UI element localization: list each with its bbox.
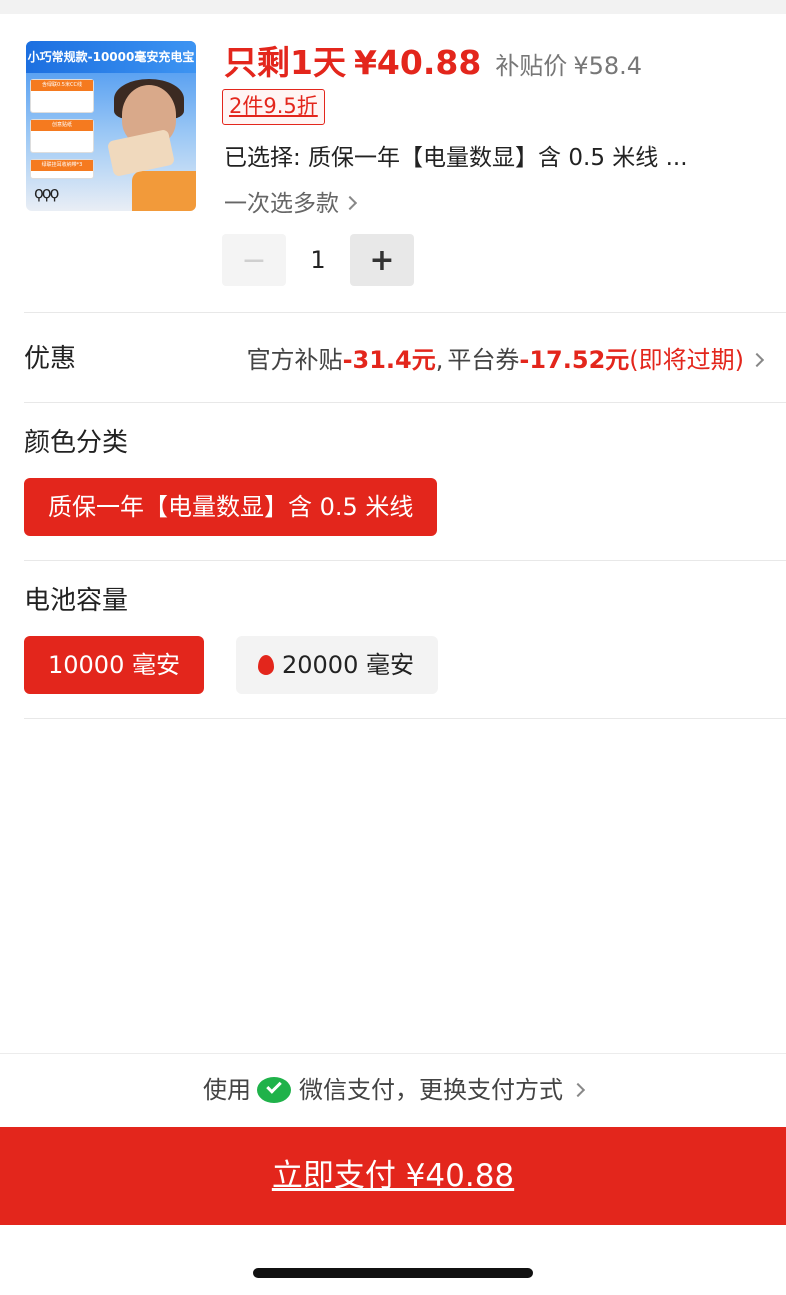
price-line: 只剩1天 ¥40.88 补贴价 ¥58.4 <box>224 36 642 82</box>
quantity-plus-button[interactable]: + <box>350 234 414 286</box>
thumbnail-title: 小巧常规款-10000毫安充电宝 <box>26 41 196 73</box>
product-thumbnail[interactable]: 小巧常规款-10000毫安充电宝 含绿联0.5米CC线 创意贴纸 绿联挂耳收纳带… <box>26 41 196 211</box>
thumbnail-cables-icon: ϙϙϙ <box>34 183 59 202</box>
offers-detail: 官方补贴-31.4元, 平台券-17.52元(即将过期) <box>246 340 765 375</box>
flame-icon <box>258 655 274 675</box>
thumbnail-card-sticker: 创意贴纸 <box>30 119 94 153</box>
quantity-stepper: − 1 + <box>222 234 414 286</box>
quantity-value[interactable]: 1 <box>286 246 350 274</box>
capacity-option-20000[interactable]: 20000 毫安 <box>236 636 438 694</box>
discount-tag[interactable]: 2件9.5折 <box>222 89 325 125</box>
multi-select-label: 一次选多款 <box>224 191 339 217</box>
color-option-selected[interactable]: 质保一年【电量数显】含 0.5 米线 <box>24 478 438 536</box>
color-section-title: 颜色分类 <box>24 428 129 458</box>
official-subsidy-amount: -31.4元 <box>342 346 436 374</box>
payment-prefix: 使用 <box>203 1076 251 1104</box>
thumbnail-card-cable: 含绿联0.5米CC线 <box>30 79 94 113</box>
pay-now-button[interactable]: 立即支付 ¥40.88 <box>0 1127 786 1225</box>
chevron-right-icon <box>749 352 765 368</box>
platform-coupon-amount: -17.52元 <box>519 346 630 374</box>
official-subsidy-label: 官方补贴 <box>246 346 343 374</box>
chevron-right-icon <box>570 1082 586 1098</box>
platform-coupon-label: 平台券 <box>447 346 520 374</box>
product-summary: 小巧常规款-10000毫安充电宝 含绿联0.5米CC线 创意贴纸 绿联挂耳收纳带… <box>0 14 786 312</box>
offers-separator: , <box>435 346 444 374</box>
subsidy-label: 补贴价 <box>495 52 568 80</box>
divider <box>24 402 786 403</box>
thumbnail-model-skirt <box>132 171 196 211</box>
top-strip <box>0 0 786 14</box>
wechat-pay-icon <box>257 1075 291 1105</box>
current-price: ¥40.88 <box>353 43 482 82</box>
divider <box>24 312 786 313</box>
selected-spec: 已选择: 质保一年【电量数显】含 0.5 米线 ... <box>224 145 688 171</box>
home-indicator <box>253 1268 533 1278</box>
divider <box>24 560 786 561</box>
thumbnail-card-strap: 绿联挂耳收纳带*3 <box>30 159 94 179</box>
payment-method-row[interactable]: 使用 微信支付，更换支付方式 <box>0 1053 786 1127</box>
capacity-section-title: 电池容量 <box>24 586 129 616</box>
urgency-label: 只剩1天 <box>224 43 346 82</box>
capacity-option-label: 20000 毫安 <box>282 651 414 679</box>
capacity-option-10000[interactable]: 10000 毫安 <box>24 636 204 694</box>
payment-method-label: 微信支付，更换支付方式 <box>299 1076 563 1104</box>
thumbnail-powerbank <box>106 128 176 178</box>
platform-coupon-note: (即将过期) <box>629 346 744 374</box>
subsidy-price: ¥58.4 <box>573 52 643 80</box>
chevron-right-icon <box>342 195 358 211</box>
multi-select-link[interactable]: 一次选多款 <box>224 184 358 218</box>
offers-label: 优惠 <box>24 344 77 374</box>
quantity-minus-button[interactable]: − <box>222 234 286 286</box>
divider <box>24 718 786 719</box>
offers-row[interactable]: 优惠 官方补贴-31.4元, 平台券-17.52元(即将过期) <box>0 314 786 402</box>
